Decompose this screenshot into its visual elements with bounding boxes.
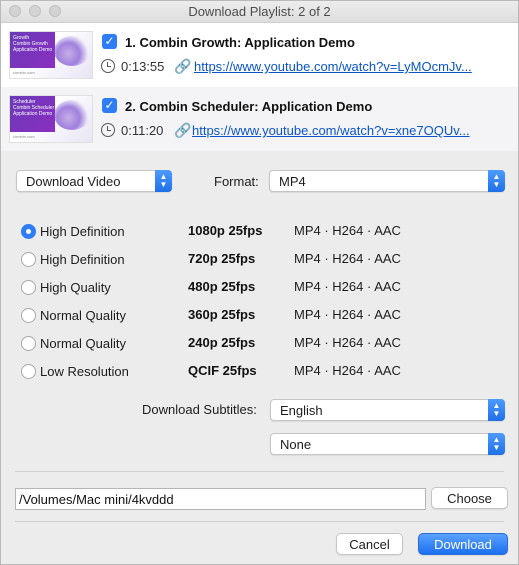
item-checkbox[interactable]: ✓ — [102, 34, 117, 49]
playlist-list: Growth Combin Growth Application Demo co… — [1, 23, 518, 151]
clock-icon — [101, 123, 115, 137]
quality-label: High Quality — [40, 280, 111, 295]
quality-radio[interactable] — [21, 252, 36, 267]
chevron-updown-icon: ▲ ▼ — [155, 170, 172, 192]
divider — [15, 521, 504, 522]
subtitles-language-select[interactable]: English ▲ ▼ — [270, 399, 505, 421]
quality-codec: MP4 · H264 · AAC — [294, 335, 401, 350]
thumb-text: Combin Scheduler Application Demo — [13, 105, 55, 117]
quality-resolution: 1080p 25fps — [188, 223, 263, 238]
item-title: 2. Combin Scheduler: Application Demo — [125, 99, 373, 114]
window-title: Download Playlist: 2 of 2 — [188, 4, 331, 19]
playlist-item: Scheduler Combin Scheduler Application D… — [1, 87, 518, 151]
video-thumbnail: Growth Combin Growth Application Demo co… — [9, 31, 93, 79]
download-mode-value: Download Video — [26, 174, 121, 189]
subtitles-language-value: English — [280, 403, 323, 418]
destination-path-value: /Volumes/Mac mini/4kvddd — [19, 492, 174, 507]
video-thumbnail: Scheduler Combin Scheduler Application D… — [9, 95, 93, 143]
thumb-site: combin.com — [13, 70, 35, 75]
quality-label: Low Resolution — [40, 364, 129, 379]
format-value: MP4 — [279, 174, 306, 189]
quality-radio[interactable] — [21, 280, 36, 295]
quality-resolution: 480p 25fps — [188, 279, 256, 294]
quality-label: High Definition — [40, 224, 125, 239]
link-icon: 🔗 — [174, 122, 192, 138]
format-select[interactable]: MP4 ▲ ▼ — [269, 170, 505, 192]
choose-button[interactable]: Choose — [431, 487, 508, 509]
divider — [15, 471, 504, 472]
item-url-link[interactable]: https://www.youtube.com/watch?v=LyMOcmJv… — [194, 59, 494, 74]
download-mode-select[interactable]: Download Video ▲ ▼ — [16, 170, 172, 192]
item-duration: 0:13:55 — [121, 59, 165, 74]
quality-codec: MP4 · H264 · AAC — [294, 307, 401, 322]
format-label: Format: — [214, 174, 259, 189]
quality-resolution: QCIF 25fps — [188, 363, 257, 378]
quality-resolution: 240p 25fps — [188, 335, 256, 350]
subtitles-secondary-select[interactable]: None ▲ ▼ — [270, 433, 505, 455]
quality-label: High Definition — [40, 252, 125, 267]
title-bar: Download Playlist: 2 of 2 — [1, 1, 518, 23]
destination-path-field[interactable]: /Volumes/Mac mini/4kvddd — [15, 488, 426, 510]
download-playlist-window: Download Playlist: 2 of 2 Growth Combin … — [0, 0, 519, 565]
quality-radio[interactable] — [21, 364, 36, 379]
item-title: 1. Combin Growth: Application Demo — [125, 35, 355, 50]
quality-radio[interactable] — [21, 336, 36, 351]
quality-resolution: 720p 25fps — [188, 251, 256, 266]
chevron-updown-icon: ▲ ▼ — [488, 399, 505, 421]
quality-label: Normal Quality — [40, 308, 126, 323]
cancel-button[interactable]: Cancel — [336, 533, 403, 555]
item-checkbox[interactable]: ✓ — [102, 98, 117, 113]
quality-label: Normal Quality — [40, 336, 126, 351]
item-url-link[interactable]: https://www.youtube.com/watch?v=xne7OQUv… — [192, 123, 492, 138]
quality-radio[interactable] — [21, 308, 36, 323]
chevron-updown-icon: ▲ ▼ — [488, 433, 505, 455]
subtitles-label: Download Subtitles: — [142, 402, 257, 417]
quality-radio[interactable] — [21, 224, 36, 239]
link-icon: 🔗 — [174, 58, 192, 74]
quality-resolution: 360p 25fps — [188, 307, 256, 322]
subtitles-secondary-value: None — [280, 437, 312, 452]
thumb-text: Combin Growth Application Demo — [13, 41, 53, 53]
chevron-updown-icon: ▲ ▼ — [488, 170, 505, 192]
thumb-site: combin.com — [13, 134, 35, 139]
quality-codec: MP4 · H264 · AAC — [294, 363, 401, 378]
quality-codec: MP4 · H264 · AAC — [294, 251, 401, 266]
item-duration: 0:11:20 — [121, 123, 164, 138]
download-button[interactable]: Download — [418, 533, 508, 555]
quality-codec: MP4 · H264 · AAC — [294, 279, 401, 294]
clock-icon — [101, 59, 115, 73]
playlist-item: Growth Combin Growth Application Demo co… — [1, 23, 518, 87]
quality-codec: MP4 · H264 · AAC — [294, 223, 401, 238]
